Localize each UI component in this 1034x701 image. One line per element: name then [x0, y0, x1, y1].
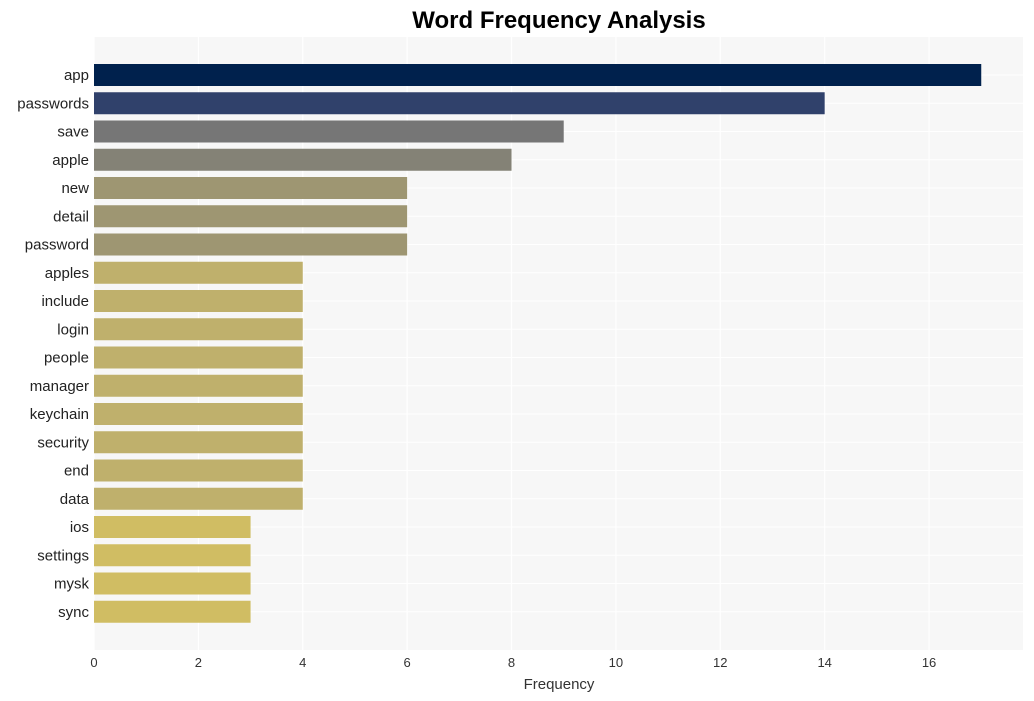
y-tick-label: ios — [70, 519, 89, 536]
bar-manager — [94, 374, 303, 397]
bar-password — [94, 233, 408, 256]
x-tick-label: 4 — [299, 655, 306, 670]
bar-ios — [94, 516, 251, 538]
y-tick-label: settings — [37, 547, 89, 564]
bar-keychain — [94, 403, 303, 425]
x-tick-label: 6 — [404, 655, 411, 670]
y-tick-label: password — [25, 237, 89, 254]
y-tick-label: sync — [58, 604, 89, 621]
y-tick-label: manager — [30, 378, 89, 395]
bar-security — [94, 431, 303, 454]
y-tick-label: data — [60, 491, 90, 508]
chart-title: Word Frequency Analysis — [412, 7, 705, 34]
x-tick-label: 12 — [713, 655, 727, 670]
bar-save — [94, 120, 564, 143]
bar-mysk — [94, 572, 251, 595]
y-tick-label: passwords — [17, 95, 89, 112]
x-tick-label: 10 — [609, 655, 623, 670]
bar-new — [94, 177, 408, 199]
y-tick-label: detail — [53, 208, 89, 225]
bar-people — [94, 346, 303, 369]
y-tick-label: people — [44, 350, 89, 367]
x-tick-label: 8 — [508, 655, 515, 670]
y-tick-label: apple — [52, 152, 89, 169]
bar-end — [94, 459, 303, 482]
x-tick-label: 2 — [195, 655, 202, 670]
bar-login — [94, 318, 303, 341]
bar-sync — [94, 600, 251, 623]
y-tick-label: login — [57, 321, 89, 338]
bar-passwords — [94, 92, 825, 115]
x-tick-label: 14 — [817, 655, 831, 670]
y-tick-label: end — [64, 463, 89, 480]
y-tick-label: security — [37, 434, 89, 451]
x-tick-label: 0 — [90, 655, 97, 670]
bar-settings — [94, 544, 251, 567]
x-tick-label: 16 — [922, 655, 936, 670]
y-tick-label: save — [57, 124, 89, 141]
bar-detail — [94, 205, 408, 228]
y-tick-label: app — [64, 67, 89, 84]
bar-apple — [94, 148, 512, 171]
x-axis-label: Frequency — [524, 676, 595, 693]
y-tick-label: new — [61, 180, 89, 197]
y-tick-label: mysk — [54, 576, 89, 593]
bar-include — [94, 290, 303, 312]
bar-data — [94, 487, 303, 510]
word-frequency-chart: Word Frequency Analysis app passwords save… — [0, 0, 1034, 701]
y-tick-label: apples — [45, 265, 89, 282]
bar-apples — [94, 261, 303, 284]
bar-app — [94, 64, 982, 86]
y-tick-label: include — [41, 293, 89, 310]
y-tick-label: keychain — [30, 406, 89, 423]
